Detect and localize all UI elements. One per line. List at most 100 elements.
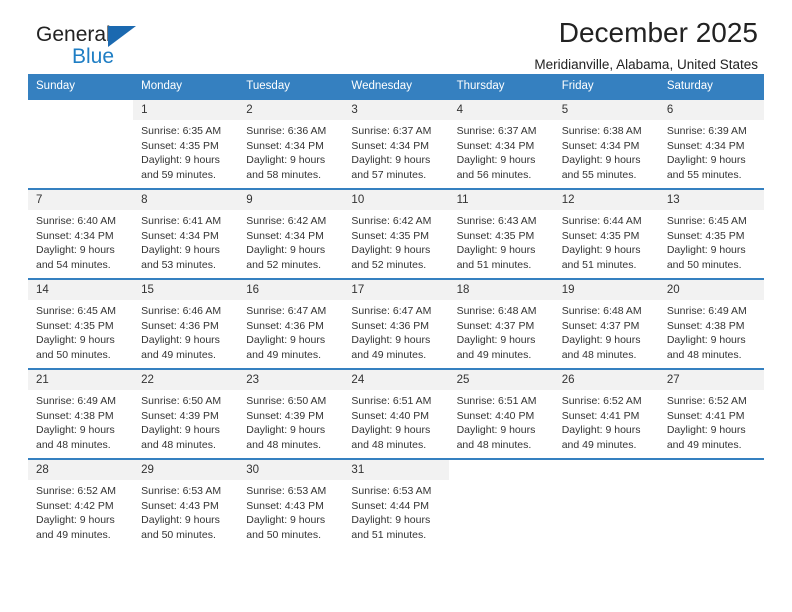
day-number: 30 xyxy=(238,460,344,480)
day-number: 15 xyxy=(133,280,239,300)
calendar-week-row: 21 Sunrise: 6:49 AM Sunset: 4:38 PM Dayligh… xyxy=(28,368,764,459)
daylight-text-cont: and 53 minutes. xyxy=(141,258,216,271)
sunrise-text: Sunrise: 6:49 AM xyxy=(36,395,116,407)
day-number xyxy=(448,460,554,480)
daylight-text: Daylight: 9 hours xyxy=(246,244,326,257)
calendar-day-cell[interactable]: 25 Sunrise: 6:51 AM Sunset: 4:40 PM Dayligh… xyxy=(448,368,554,459)
calendar-day-cell[interactable]: 4 Sunrise: 6:37 AM Sunset: 4:34 PM Daylight… xyxy=(448,98,554,189)
calendar-day-cell[interactable]: 3 Sunrise: 6:37 AM Sunset: 4:34 PM Daylight… xyxy=(343,98,449,189)
daylight-text-cont: and 50 minutes. xyxy=(141,528,216,541)
calendar-week-row: 28 Sunrise: 6:52 AM Sunset: 4:42 PM Dayligh… xyxy=(28,458,764,548)
daylight-text: Daylight: 9 hours xyxy=(246,154,326,167)
day-sun-info: Sunrise: 6:52 AM Sunset: 4:41 PM Daylight:… xyxy=(554,390,659,452)
day-number: 29 xyxy=(133,460,239,480)
daylight-text-cont: and 48 minutes. xyxy=(666,348,742,361)
calendar-day-cell[interactable]: 21 Sunrise: 6:49 AM Sunset: 4:38 PM Dayligh… xyxy=(28,368,134,459)
sunrise-text: Sunrise: 6:43 AM xyxy=(456,215,537,227)
sunrise-text: Sunrise: 6:49 AM xyxy=(666,305,747,317)
calendar-day-cell[interactable]: 11 Sunrise: 6:43 AM Sunset: 4:35 PM Dayligh… xyxy=(448,188,554,279)
daylight-text-cont: and 49 minutes. xyxy=(666,438,742,451)
daylight-text: Daylight: 9 hours xyxy=(141,154,220,167)
calendar-day-cell[interactable]: 10 Sunrise: 6:42 AM Sunset: 4:35 PM Dayligh… xyxy=(343,188,449,279)
day-number: 7 xyxy=(28,190,134,210)
sunset-text: Sunset: 4:41 PM xyxy=(666,409,745,422)
calendar-day-cell[interactable]: 9 Sunrise: 6:42 AM Sunset: 4:34 PM Daylight… xyxy=(238,188,344,279)
sunrise-text: Sunrise: 6:45 AM xyxy=(36,305,116,317)
sunset-text: Sunset: 4:44 PM xyxy=(351,499,430,512)
weekday-header-monday: Monday xyxy=(133,74,239,99)
sunrise-text: Sunrise: 6:40 AM xyxy=(36,215,116,227)
calendar-day-cell[interactable]: 26 Sunrise: 6:52 AM Sunset: 4:41 PM Dayligh… xyxy=(553,368,659,459)
day-sun-info: Sunrise: 6:50 AM Sunset: 4:39 PM Daylight:… xyxy=(238,390,343,452)
sunrise-text: Sunrise: 6:37 AM xyxy=(456,125,537,137)
calendar-day-cell[interactable]: 23 Sunrise: 6:50 AM Sunset: 4:39 PM Dayligh… xyxy=(238,368,344,459)
calendar-day-cell[interactable]: 15 Sunrise: 6:46 AM Sunset: 4:36 PM Dayligh… xyxy=(133,278,239,369)
sunrise-text: Sunrise: 6:53 AM xyxy=(246,485,327,497)
calendar-day-cell[interactable]: 27 Sunrise: 6:52 AM Sunset: 4:41 PM Dayligh… xyxy=(658,368,764,459)
day-sun-info: Sunrise: 6:49 AM Sunset: 4:38 PM Daylight:… xyxy=(659,300,764,362)
calendar-day-cell[interactable]: 24 Sunrise: 6:51 AM Sunset: 4:40 PM Dayligh… xyxy=(343,368,449,459)
daylight-text: Daylight: 9 hours xyxy=(456,244,536,257)
calendar-day-cell[interactable]: 20 Sunrise: 6:49 AM Sunset: 4:38 PM Dayligh… xyxy=(658,278,764,369)
day-sun-info: Sunrise: 6:47 AM Sunset: 4:36 PM Daylight:… xyxy=(238,300,343,362)
calendar-day-cell[interactable]: 29 Sunrise: 6:53 AM Sunset: 4:43 PM Dayligh… xyxy=(133,458,239,548)
calendar-day-cell[interactable]: 14 Sunrise: 6:45 AM Sunset: 4:35 PM Dayligh… xyxy=(28,278,134,369)
sunrise-sunset-calendar: Sunday Monday Tuesday Wednesday Thursday Frid… xyxy=(28,74,764,548)
daylight-text: Daylight: 9 hours xyxy=(36,334,115,347)
sunset-text: Sunset: 4:39 PM xyxy=(141,409,219,422)
sunrise-text: Sunrise: 6:52 AM xyxy=(36,485,116,497)
calendar-day-cell[interactable]: 5 Sunrise: 6:38 AM Sunset: 4:34 PM Daylight… xyxy=(553,98,659,189)
day-sun-info: Sunrise: 6:48 AM Sunset: 4:37 PM Daylight:… xyxy=(554,300,659,362)
calendar-day-cell[interactable]: 12 Sunrise: 6:44 AM Sunset: 4:35 PM Dayligh… xyxy=(553,188,659,279)
day-sun-info: Sunrise: 6:52 AM Sunset: 4:42 PM Daylight:… xyxy=(28,480,133,542)
calendar-day-cell[interactable]: 6 Sunrise: 6:39 AM Sunset: 4:34 PM Daylight… xyxy=(658,98,764,189)
sunrise-text: Sunrise: 6:48 AM xyxy=(561,305,642,317)
weekday-header-saturday: Saturday xyxy=(658,74,764,99)
calendar-day-cell[interactable]: 1 Sunrise: 6:35 AM Sunset: 4:35 PM Daylight… xyxy=(133,98,239,189)
calendar-day-cell[interactable]: 13 Sunrise: 6:45 AM Sunset: 4:35 PM Dayligh… xyxy=(658,188,764,279)
calendar-day-cell[interactable]: 22 Sunrise: 6:50 AM Sunset: 4:39 PM Dayligh… xyxy=(133,368,239,459)
sunrise-text: Sunrise: 6:35 AM xyxy=(141,125,222,137)
daylight-text-cont: and 52 minutes. xyxy=(246,258,321,271)
calendar-day-cell[interactable]: 7 Sunrise: 6:40 AM Sunset: 4:34 PM Daylight… xyxy=(28,188,134,279)
day-sun-info: Sunrise: 6:53 AM Sunset: 4:43 PM Daylight:… xyxy=(133,480,238,542)
daylight-text: Daylight: 9 hours xyxy=(36,424,115,437)
daylight-text: Daylight: 9 hours xyxy=(456,334,536,347)
daylight-text-cont: and 48 minutes. xyxy=(36,438,111,451)
calendar-day-cell[interactable]: 17 Sunrise: 6:47 AM Sunset: 4:36 PM Dayligh… xyxy=(343,278,449,369)
daylight-text: Daylight: 9 hours xyxy=(141,424,220,437)
sunrise-text: Sunrise: 6:47 AM xyxy=(351,305,432,317)
day-number: 11 xyxy=(448,190,554,210)
sunset-text: Sunset: 4:36 PM xyxy=(141,319,219,332)
daylight-text-cont: and 51 minutes. xyxy=(561,258,637,271)
calendar-day-cell[interactable]: 19 Sunrise: 6:48 AM Sunset: 4:37 PM Dayligh… xyxy=(553,278,659,369)
sunrise-text: Sunrise: 6:42 AM xyxy=(246,215,327,227)
calendar-day-cell[interactable]: 31 Sunrise: 6:53 AM Sunset: 4:44 PM Dayligh… xyxy=(343,458,449,548)
day-number: 25 xyxy=(448,370,554,390)
daylight-text-cont: and 49 minutes. xyxy=(351,348,427,361)
sunset-text: Sunset: 4:34 PM xyxy=(561,139,640,152)
daylight-text: Daylight: 9 hours xyxy=(246,334,326,347)
day-number: 5 xyxy=(553,100,659,120)
calendar-day-cell[interactable]: 8 Sunrise: 6:41 AM Sunset: 4:34 PM Daylight… xyxy=(133,188,239,279)
day-sun-info: Sunrise: 6:41 AM Sunset: 4:34 PM Daylight:… xyxy=(133,210,238,272)
sunset-text: Sunset: 4:42 PM xyxy=(36,499,114,512)
day-number: 3 xyxy=(343,100,449,120)
calendar-day-cell[interactable]: 16 Sunrise: 6:47 AM Sunset: 4:36 PM Dayligh… xyxy=(238,278,344,369)
sunset-text: Sunset: 4:35 PM xyxy=(36,319,114,332)
weekday-header-wednesday: Wednesday xyxy=(343,74,449,99)
sunset-text: Sunset: 4:34 PM xyxy=(36,229,114,242)
calendar-day-cell[interactable]: 18 Sunrise: 6:48 AM Sunset: 4:37 PM Dayligh… xyxy=(448,278,554,369)
calendar-day-cell[interactable]: 30 Sunrise: 6:53 AM Sunset: 4:43 PM Dayligh… xyxy=(238,458,344,548)
sunrise-text: Sunrise: 6:53 AM xyxy=(351,485,432,497)
calendar-day-cell[interactable]: 2 Sunrise: 6:36 AM Sunset: 4:34 PM Daylight… xyxy=(238,98,344,189)
day-number: 18 xyxy=(448,280,554,300)
sunset-text: Sunset: 4:36 PM xyxy=(246,319,324,332)
daylight-text-cont: and 49 minutes. xyxy=(456,348,532,361)
day-number xyxy=(658,460,764,480)
general-blue-logo[interactable]: General Blue xyxy=(36,24,156,72)
sunrise-text: Sunrise: 6:50 AM xyxy=(246,395,327,407)
daylight-text-cont: and 48 minutes. xyxy=(141,438,216,451)
calendar-day-cell[interactable]: 28 Sunrise: 6:52 AM Sunset: 4:42 PM Dayligh… xyxy=(28,458,134,548)
day-sun-info: Sunrise: 6:53 AM Sunset: 4:43 PM Daylight:… xyxy=(238,480,343,542)
